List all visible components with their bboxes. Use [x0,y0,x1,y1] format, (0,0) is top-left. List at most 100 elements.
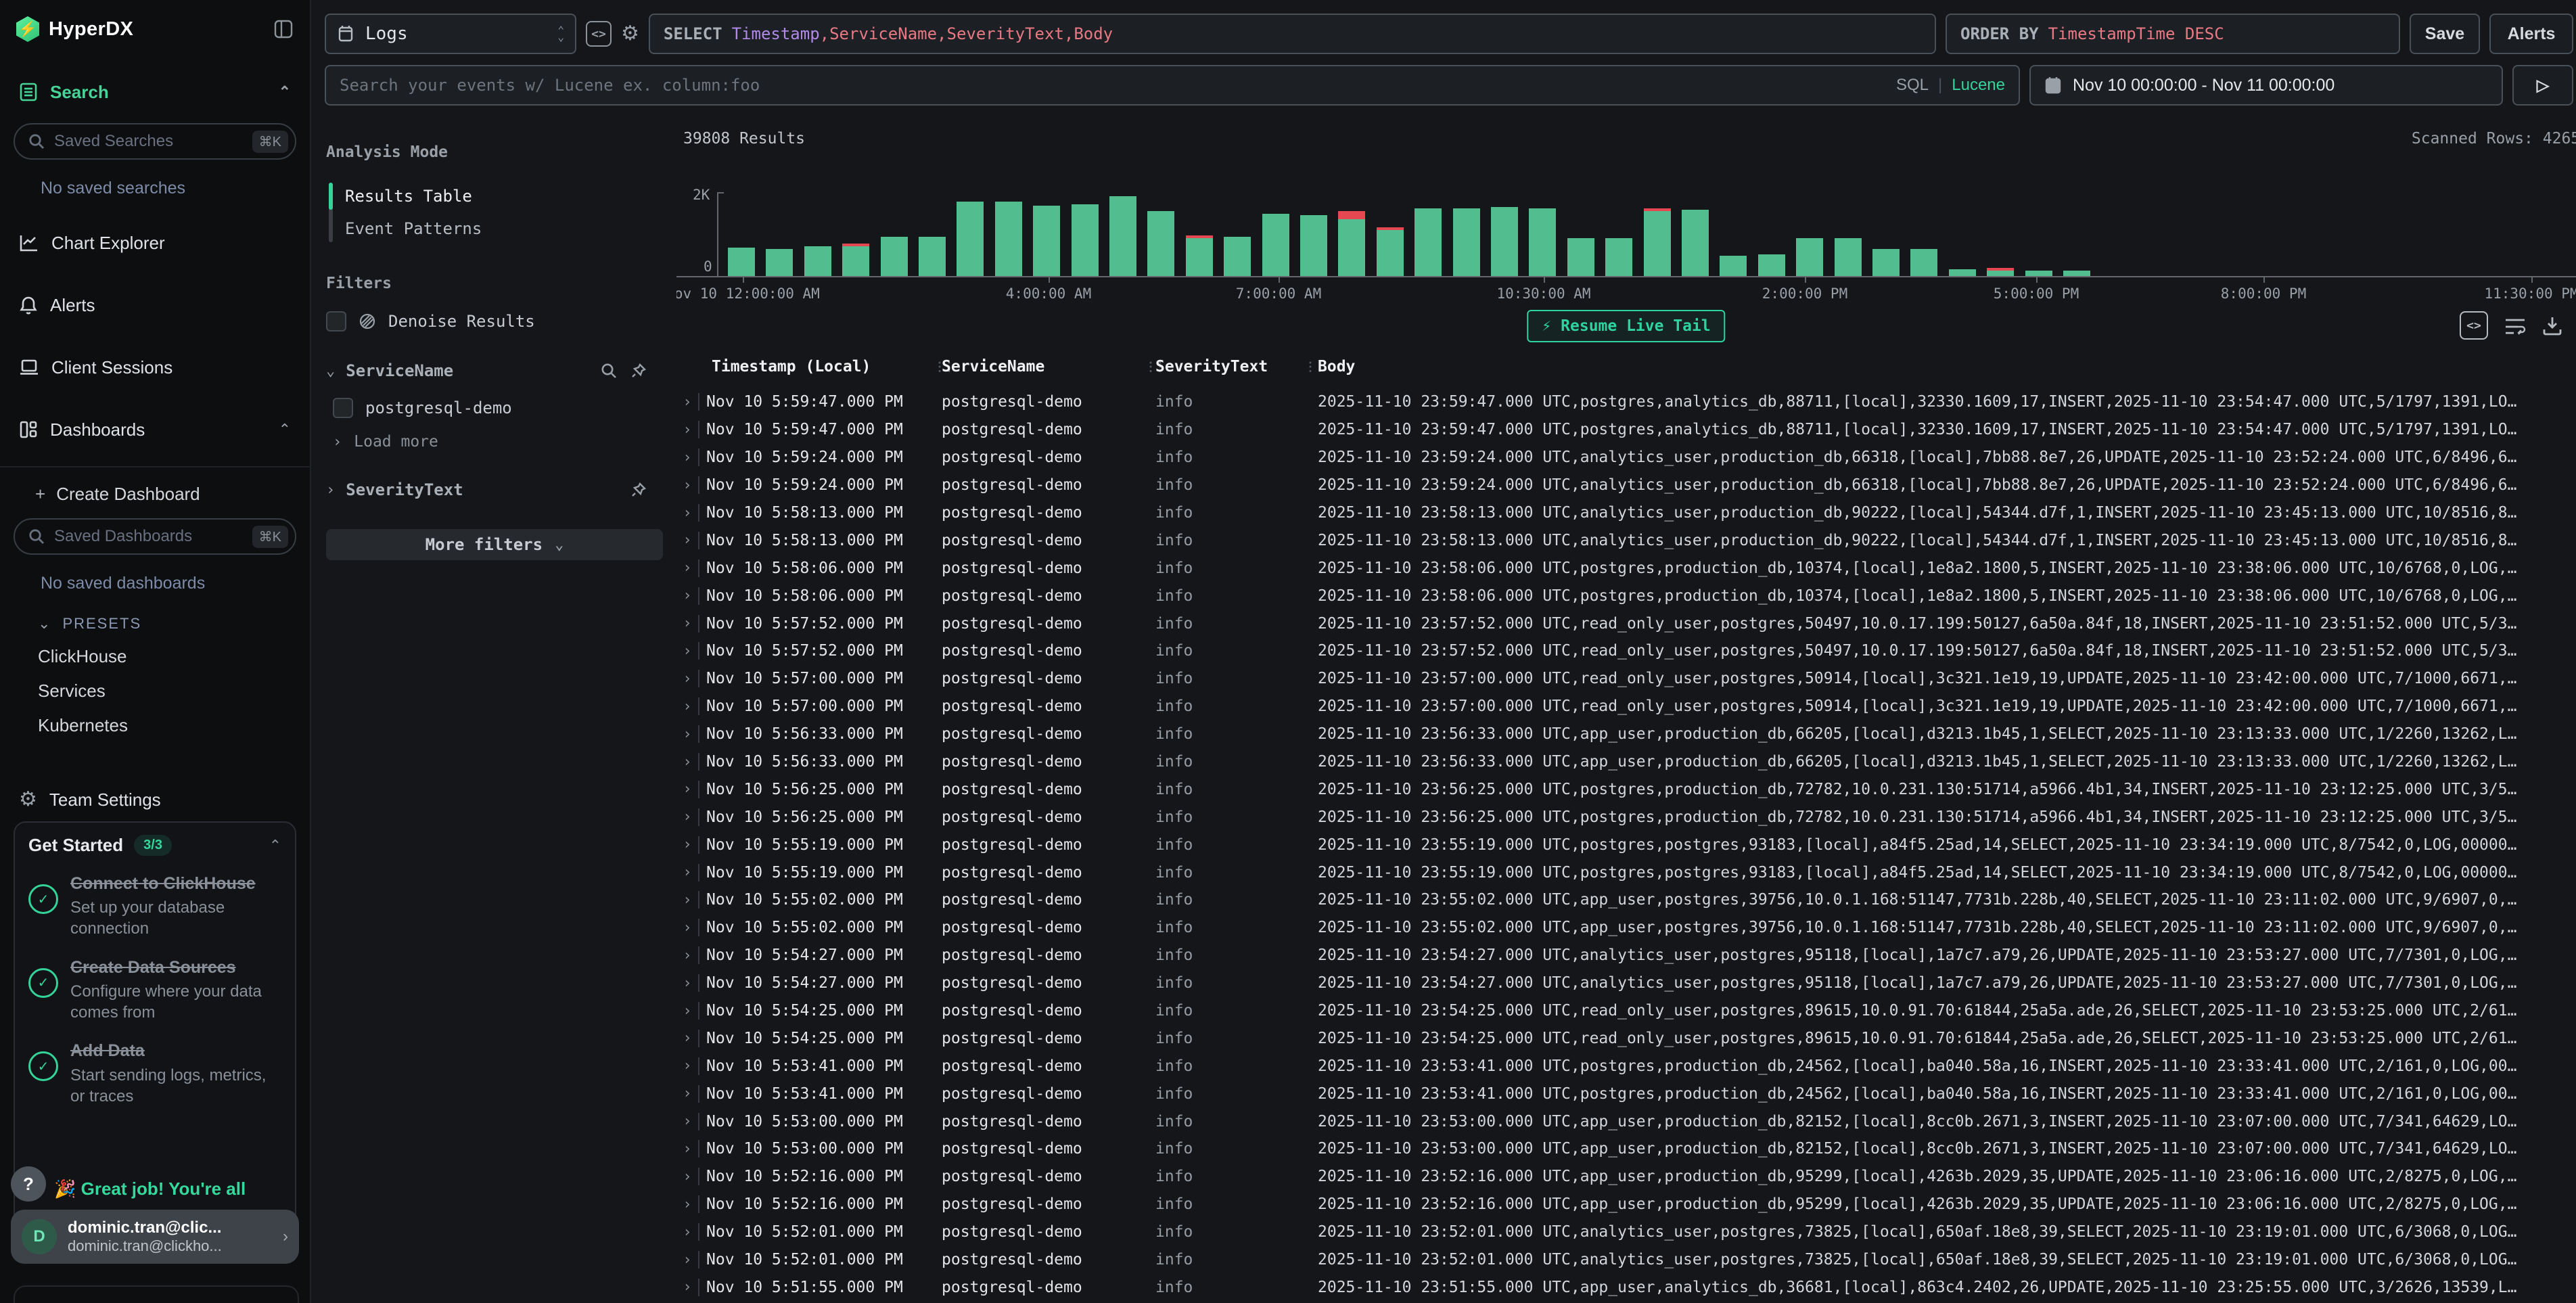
table-row[interactable]: ›Nov 10 5:57:52.000 PMpostgresql-demoinf… [676,610,2576,637]
preset-item-clickhouse[interactable]: ClickHouse [0,633,310,667]
column-resize-handle[interactable]: ⋮⋮ [1304,360,1318,374]
column-resize-handle[interactable]: ⋮⋮ [1145,360,1155,374]
chevron-up-icon[interactable]: ⌃ [269,837,281,854]
mode-event-patterns[interactable]: Event Patterns [345,212,676,245]
row-expand-icon[interactable]: › [676,836,698,853]
service-option-row[interactable]: postgresql-demo [326,398,676,418]
row-expand-icon[interactable]: › [676,1224,698,1241]
row-expand-icon[interactable]: › [676,449,698,466]
lucene-toggle[interactable]: Lucene [1952,76,2005,95]
table-row[interactable]: ›Nov 10 5:57:00.000 PMpostgresql-demoinf… [676,665,2576,693]
row-expand-icon[interactable]: › [676,421,698,438]
row-expand-icon[interactable]: › [676,1279,698,1296]
severitytext-filter-group[interactable]: › SeverityText [326,480,676,499]
chevron-up-icon[interactable]: ⌃ [279,83,291,101]
row-expand-icon[interactable]: › [676,726,698,743]
table-row[interactable]: ›Nov 10 5:56:33.000 PMpostgresql-demoinf… [676,748,2576,776]
table-row[interactable]: ›Nov 10 5:54:27.000 PMpostgresql-demoinf… [676,969,2576,997]
table-row[interactable]: ›Nov 10 5:59:47.000 PMpostgresql-demoinf… [676,416,2576,444]
row-expand-icon[interactable]: › [676,394,698,411]
table-row[interactable]: ›Nov 10 5:58:06.000 PMpostgresql-demoinf… [676,582,2576,610]
help-button[interactable]: ? [11,1166,46,1202]
date-range-picker[interactable]: Nov 10 00:00:00 - Nov 11 00:00:00 [2029,65,2503,106]
saved-searches-input[interactable]: Saved Searches ⌘K [14,123,296,160]
saved-dashboards-input[interactable]: Saved Dashboards ⌘K [14,518,296,555]
events-histogram[interactable]: 2K 0 Nov 10 12:00:00 AM4:00:00 AM7:00:00… [676,170,2576,306]
code-toggle-button[interactable]: <> [586,21,612,47]
servicename-filter-group[interactable]: ⌄ ServiceName [326,361,676,380]
row-expand-icon[interactable]: › [676,615,698,632]
table-row[interactable]: ›Nov 10 5:54:27.000 PMpostgresql-demoinf… [676,942,2576,969]
table-row[interactable]: ›Nov 10 5:57:00.000 PMpostgresql-demoinf… [676,693,2576,721]
row-expand-icon[interactable]: › [676,1252,698,1268]
row-expand-icon[interactable]: › [676,670,698,687]
row-expand-icon[interactable]: › [676,698,698,715]
row-expand-icon[interactable]: › [676,754,698,771]
table-row[interactable]: ›Nov 10 5:59:24.000 PMpostgresql-demoinf… [676,444,2576,472]
row-expand-icon[interactable]: › [676,1057,698,1074]
table-row[interactable]: ›Nov 10 5:56:33.000 PMpostgresql-demoinf… [676,721,2576,748]
table-row[interactable]: ›Nov 10 5:55:02.000 PMpostgresql-demoinf… [676,886,2576,914]
row-expand-icon[interactable]: › [676,1085,698,1102]
source-select[interactable]: Logs ⌃⌄ [325,14,576,54]
table-row[interactable]: ›Nov 10 5:56:25.000 PMpostgresql-demoinf… [676,803,2576,831]
sidebar-item-team-settings[interactable]: ⚙ Team Settings [0,782,310,817]
download-button[interactable] [2542,315,2562,336]
row-expand-icon[interactable]: › [676,919,698,936]
preset-item-services[interactable]: Services [0,667,310,702]
col-body[interactable]: Body [1318,358,2576,375]
table-row[interactable]: ›Nov 10 5:52:01.000 PMpostgresql-demoinf… [676,1218,2576,1246]
wrap-text-button[interactable] [2504,316,2526,335]
row-expand-icon[interactable]: › [676,477,698,494]
row-expand-icon[interactable]: › [676,975,698,992]
col-severitytext[interactable]: SeverityText [1155,358,1304,375]
table-row[interactable]: ›Nov 10 5:53:00.000 PMpostgresql-demoinf… [676,1135,2576,1163]
table-row[interactable]: ›Nov 10 5:52:01.000 PMpostgresql-demoinf… [676,1246,2576,1274]
order-by-input[interactable]: ORDER BY TimestampTime DESC [1946,14,2400,54]
sidebar-item-alerts[interactable]: Alerts [0,288,310,323]
pin-icon[interactable] [630,482,647,498]
table-row[interactable]: ›Nov 10 5:55:19.000 PMpostgresql-demoinf… [676,831,2576,859]
row-expand-icon[interactable]: › [676,1196,698,1213]
profile-chip[interactable]: D dominic.tran@clic... dominic.tran@clic… [11,1210,299,1264]
save-button[interactable]: Save [2410,14,2480,54]
denoise-results-row[interactable]: Denoise Results [326,311,676,332]
load-more-button[interactable]: › Load more [326,433,676,451]
sidebar-collapse-icon[interactable] [273,19,294,39]
create-dashboard-button[interactable]: + Create Dashboard [0,467,310,505]
table-row[interactable]: ›Nov 10 5:54:25.000 PMpostgresql-demoinf… [676,997,2576,1025]
row-expand-icon[interactable]: › [676,505,698,522]
table-row[interactable]: ›Nov 10 5:54:25.000 PMpostgresql-demoinf… [676,1024,2576,1052]
table-row[interactable]: ›Nov 10 5:53:41.000 PMpostgresql-demoinf… [676,1080,2576,1107]
table-row[interactable]: ›Nov 10 5:51:55.000 PMpostgresql-demoinf… [676,1274,2576,1302]
sql-toggle[interactable]: SQL [1896,76,1929,95]
sidebar-item-chart-explorer[interactable]: Chart Explorer [0,225,310,260]
row-expand-icon[interactable]: › [676,947,698,964]
more-filters-button[interactable]: More filters ⌄ [326,529,663,560]
table-row[interactable]: ›Nov 10 5:59:47.000 PMpostgresql-demoinf… [676,388,2576,416]
row-expand-icon[interactable]: › [676,1168,698,1185]
resume-live-tail-button[interactable]: ⚡ Resume Live Tail [1527,310,1725,342]
row-expand-icon[interactable]: › [676,532,698,549]
table-row[interactable]: ›Nov 10 5:59:24.000 PMpostgresql-demoinf… [676,472,2576,499]
table-row[interactable]: ›Nov 10 5:52:16.000 PMpostgresql-demoinf… [676,1163,2576,1191]
column-resize-handle[interactable]: ⋮⋮ [934,360,942,374]
col-timestamp[interactable]: Timestamp (Local) [698,358,934,375]
sidebar-item-dashboards[interactable]: Dashboards⌃ [0,412,310,447]
table-row[interactable]: ›Nov 10 5:56:25.000 PMpostgresql-demoinf… [676,775,2576,803]
table-row[interactable]: ›Nov 10 5:58:13.000 PMpostgresql-demoinf… [676,499,2576,527]
event-search-input[interactable]: Search your events w/ Lucene ex. column:… [325,65,2020,106]
table-row[interactable]: ›Nov 10 5:55:02.000 PMpostgresql-demoinf… [676,914,2576,942]
run-search-button[interactable]: ▷ [2512,65,2573,106]
table-row[interactable]: ›Nov 10 5:53:41.000 PMpostgresql-demoinf… [676,1052,2576,1080]
row-expand-icon[interactable]: › [676,559,698,576]
table-row[interactable]: ›Nov 10 5:58:13.000 PMpostgresql-demoinf… [676,526,2576,554]
row-expand-icon[interactable]: › [676,1030,698,1047]
preset-item-kubernetes[interactable]: Kubernetes [0,702,310,736]
sidebar-item-search[interactable]: Search ⌃ [0,74,310,110]
table-row[interactable]: ›Nov 10 5:55:19.000 PMpostgresql-demoinf… [676,859,2576,886]
search-icon[interactable] [601,363,617,379]
row-expand-icon[interactable]: › [676,892,698,909]
table-row[interactable]: ›Nov 10 5:52:16.000 PMpostgresql-demoinf… [676,1191,2576,1218]
service-checkbox[interactable] [333,398,353,418]
